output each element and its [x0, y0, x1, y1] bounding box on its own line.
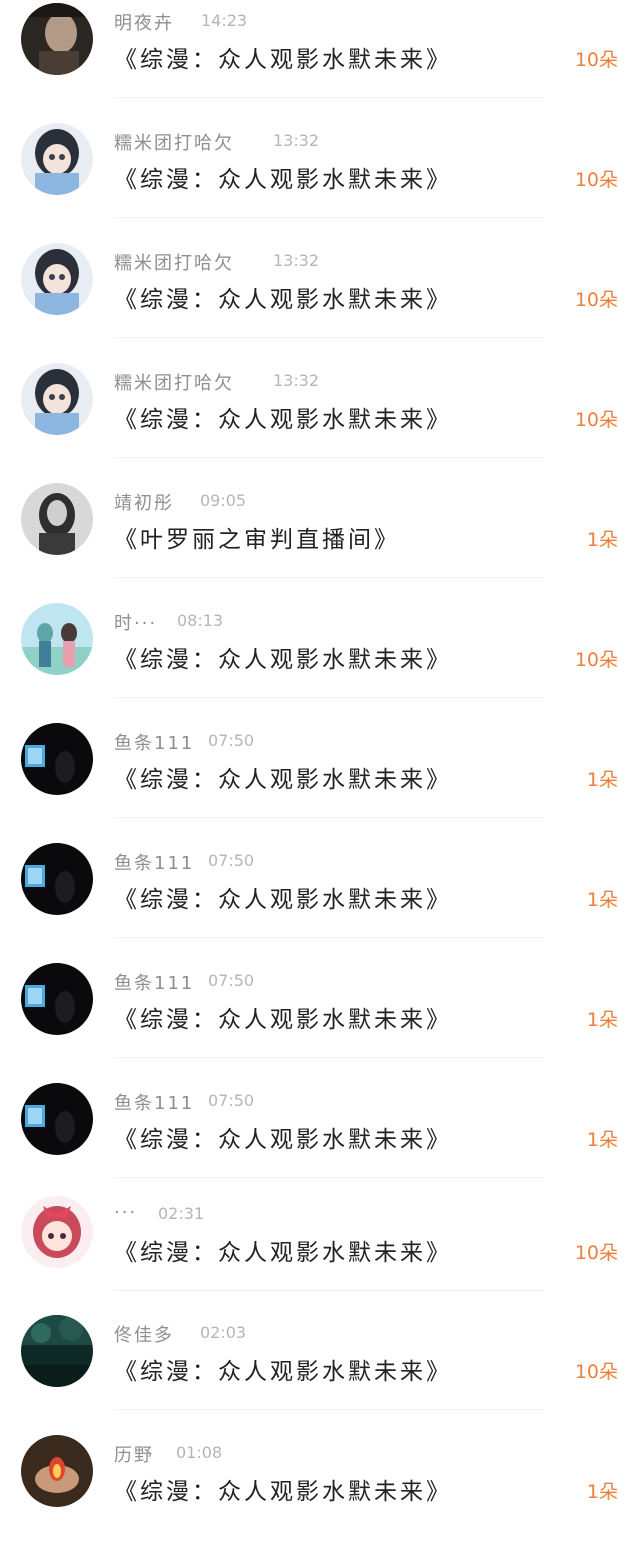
list-item[interactable]: 明夜卉 14:23 《综漫：众人观影水默未来》 10朵 — [0, 0, 640, 119]
message-time: 01:08 — [176, 1443, 223, 1462]
divider — [114, 1057, 544, 1058]
book-title[interactable]: 《综漫：众人观影水默未来》 — [114, 880, 452, 914]
message-time: 13:32 — [273, 371, 320, 390]
anime-girl-icon[interactable] — [21, 363, 93, 435]
message-time: 07:50 — [208, 1091, 255, 1110]
list-item[interactable]: 糯米团打哈欠 13:32 《综漫：众人观影水默未来》 10朵 — [0, 360, 640, 479]
sender-name: 糯米团打哈欠 — [114, 253, 234, 274]
flower-count: 10朵 — [574, 1242, 618, 1264]
book-title[interactable]: 《叶罗丽之审判直播间》 — [114, 520, 400, 554]
list-item[interactable]: 鱼条111 07:50 《综漫：众人观影水默未来》 1朵 — [0, 960, 640, 1079]
divider — [114, 97, 544, 98]
message-time: 07:50 — [208, 971, 255, 990]
dark-screen-icon[interactable] — [21, 1083, 93, 1155]
divider — [114, 937, 544, 938]
flower-count: 10朵 — [574, 649, 618, 671]
flower-count: 1朵 — [586, 889, 618, 911]
divider — [114, 217, 544, 218]
dark-screen-icon[interactable] — [21, 723, 93, 795]
message-time: 08:13 — [177, 611, 224, 630]
sender-name: 鱼条111 — [114, 733, 195, 754]
sender-name: 靖初彤 — [114, 493, 174, 514]
list-item[interactable]: 糯米团打哈欠 13:32 《综漫：众人观影水默未来》 10朵 — [0, 240, 640, 359]
divider — [114, 1409, 544, 1410]
flower-count: 10朵 — [574, 1361, 618, 1383]
anime-couple-icon[interactable] — [21, 603, 93, 675]
sender-name: 鱼条111 — [114, 1093, 195, 1114]
sender-name: 佟佳多 — [114, 1325, 174, 1346]
book-title[interactable]: 《综漫：众人观影水默未来》 — [114, 280, 452, 314]
book-title[interactable]: 《综漫：众人观影水默未来》 — [114, 1233, 452, 1267]
sender-name: 历野 — [114, 1445, 154, 1466]
flower-count: 1朵 — [586, 529, 618, 551]
dark-screen-icon[interactable] — [21, 963, 93, 1035]
list-item[interactable]: 历野 01:08 《综漫：众人观影水默未来》 1朵 — [0, 1432, 640, 1551]
flower-count: 10朵 — [574, 49, 618, 71]
sender-name: 鱼条111 — [114, 973, 195, 994]
divider — [114, 457, 544, 458]
list-item[interactable]: 糯米团打哈欠 13:32 《综漫：众人观影水默未来》 10朵 — [0, 120, 640, 239]
book-title[interactable]: 《综漫：众人观影水默未来》 — [114, 1352, 452, 1386]
flower-count: 1朵 — [586, 1481, 618, 1503]
book-title[interactable]: 《综漫：众人观影水默未来》 — [114, 40, 452, 74]
sender-name: 糯米团打哈欠 — [114, 373, 234, 394]
list-item[interactable]: 时··· 08:13 《综漫：众人观影水默未来》 10朵 — [0, 600, 640, 719]
gift-message-list: 明夜卉 14:23 《综漫：众人观影水默未来》 10朵 糯米团打哈欠 13:32… — [0, 0, 640, 1525]
message-time: 09:05 — [200, 491, 247, 510]
flower-count: 1朵 — [586, 769, 618, 791]
divider — [114, 337, 544, 338]
anime-girl-icon[interactable] — [21, 243, 93, 315]
list-item[interactable]: 鱼条111 07:50 《综漫：众人观影水默未来》 1朵 — [0, 720, 640, 839]
divider — [114, 1177, 544, 1178]
dark-portrait-icon[interactable] — [21, 3, 93, 75]
list-item[interactable]: 鱼条111 07:50 《综漫：众人观影水默未来》 1朵 — [0, 1080, 640, 1199]
message-time: 02:03 — [200, 1323, 247, 1342]
flower-count: 1朵 — [586, 1129, 618, 1151]
list-item[interactable]: 佟佳多 02:03 《综漫：众人观影水默未来》 10朵 — [0, 1312, 640, 1431]
cartoon-girl-bow-icon[interactable] — [21, 1196, 93, 1268]
sender-name: 鱼条111 — [114, 853, 195, 874]
anime-girl-icon[interactable] — [21, 123, 93, 195]
sender-name: 糯米团打哈欠 — [114, 133, 234, 154]
divider — [114, 697, 544, 698]
book-title[interactable]: 《综漫：众人观影水默未来》 — [114, 760, 452, 794]
grayscale-portrait-icon[interactable] — [21, 483, 93, 555]
message-time: 13:32 — [273, 131, 320, 150]
book-title[interactable]: 《综漫：众人观影水默未来》 — [114, 640, 452, 674]
sender-name: 时··· — [114, 613, 158, 634]
flower-count: 10朵 — [574, 289, 618, 311]
list-item[interactable]: 鱼条111 07:50 《综漫：众人观影水默未来》 1朵 — [0, 840, 640, 959]
sender-name: 明夜卉 — [114, 13, 174, 34]
flower-count: 10朵 — [574, 169, 618, 191]
list-item[interactable]: ··· 02:31 《综漫：众人观影水默未来》 10朵 — [0, 1193, 640, 1312]
forest-icon[interactable] — [21, 1315, 93, 1387]
flower-count: 1朵 — [586, 1009, 618, 1031]
dark-screen-icon[interactable] — [21, 843, 93, 915]
list-item[interactable]: 靖初彤 09:05 《叶罗丽之审判直播间》 1朵 — [0, 480, 640, 599]
divider — [114, 1290, 544, 1291]
message-time: 13:32 — [273, 251, 320, 270]
hand-flame-icon[interactable] — [21, 1435, 93, 1507]
book-title[interactable]: 《综漫：众人观影水默未来》 — [114, 1120, 452, 1154]
book-title[interactable]: 《综漫：众人观影水默未来》 — [114, 160, 452, 194]
book-title[interactable]: 《综漫：众人观影水默未来》 — [114, 1000, 452, 1034]
divider — [114, 577, 544, 578]
divider — [114, 817, 544, 818]
message-time: 02:31 — [158, 1204, 205, 1223]
sender-name: ··· — [114, 1202, 138, 1223]
book-title[interactable]: 《综漫：众人观影水默未来》 — [114, 1472, 452, 1506]
message-time: 07:50 — [208, 851, 255, 870]
message-time: 14:23 — [201, 11, 248, 30]
flower-count: 10朵 — [574, 409, 618, 431]
book-title[interactable]: 《综漫：众人观影水默未来》 — [114, 400, 452, 434]
message-time: 07:50 — [208, 731, 255, 750]
